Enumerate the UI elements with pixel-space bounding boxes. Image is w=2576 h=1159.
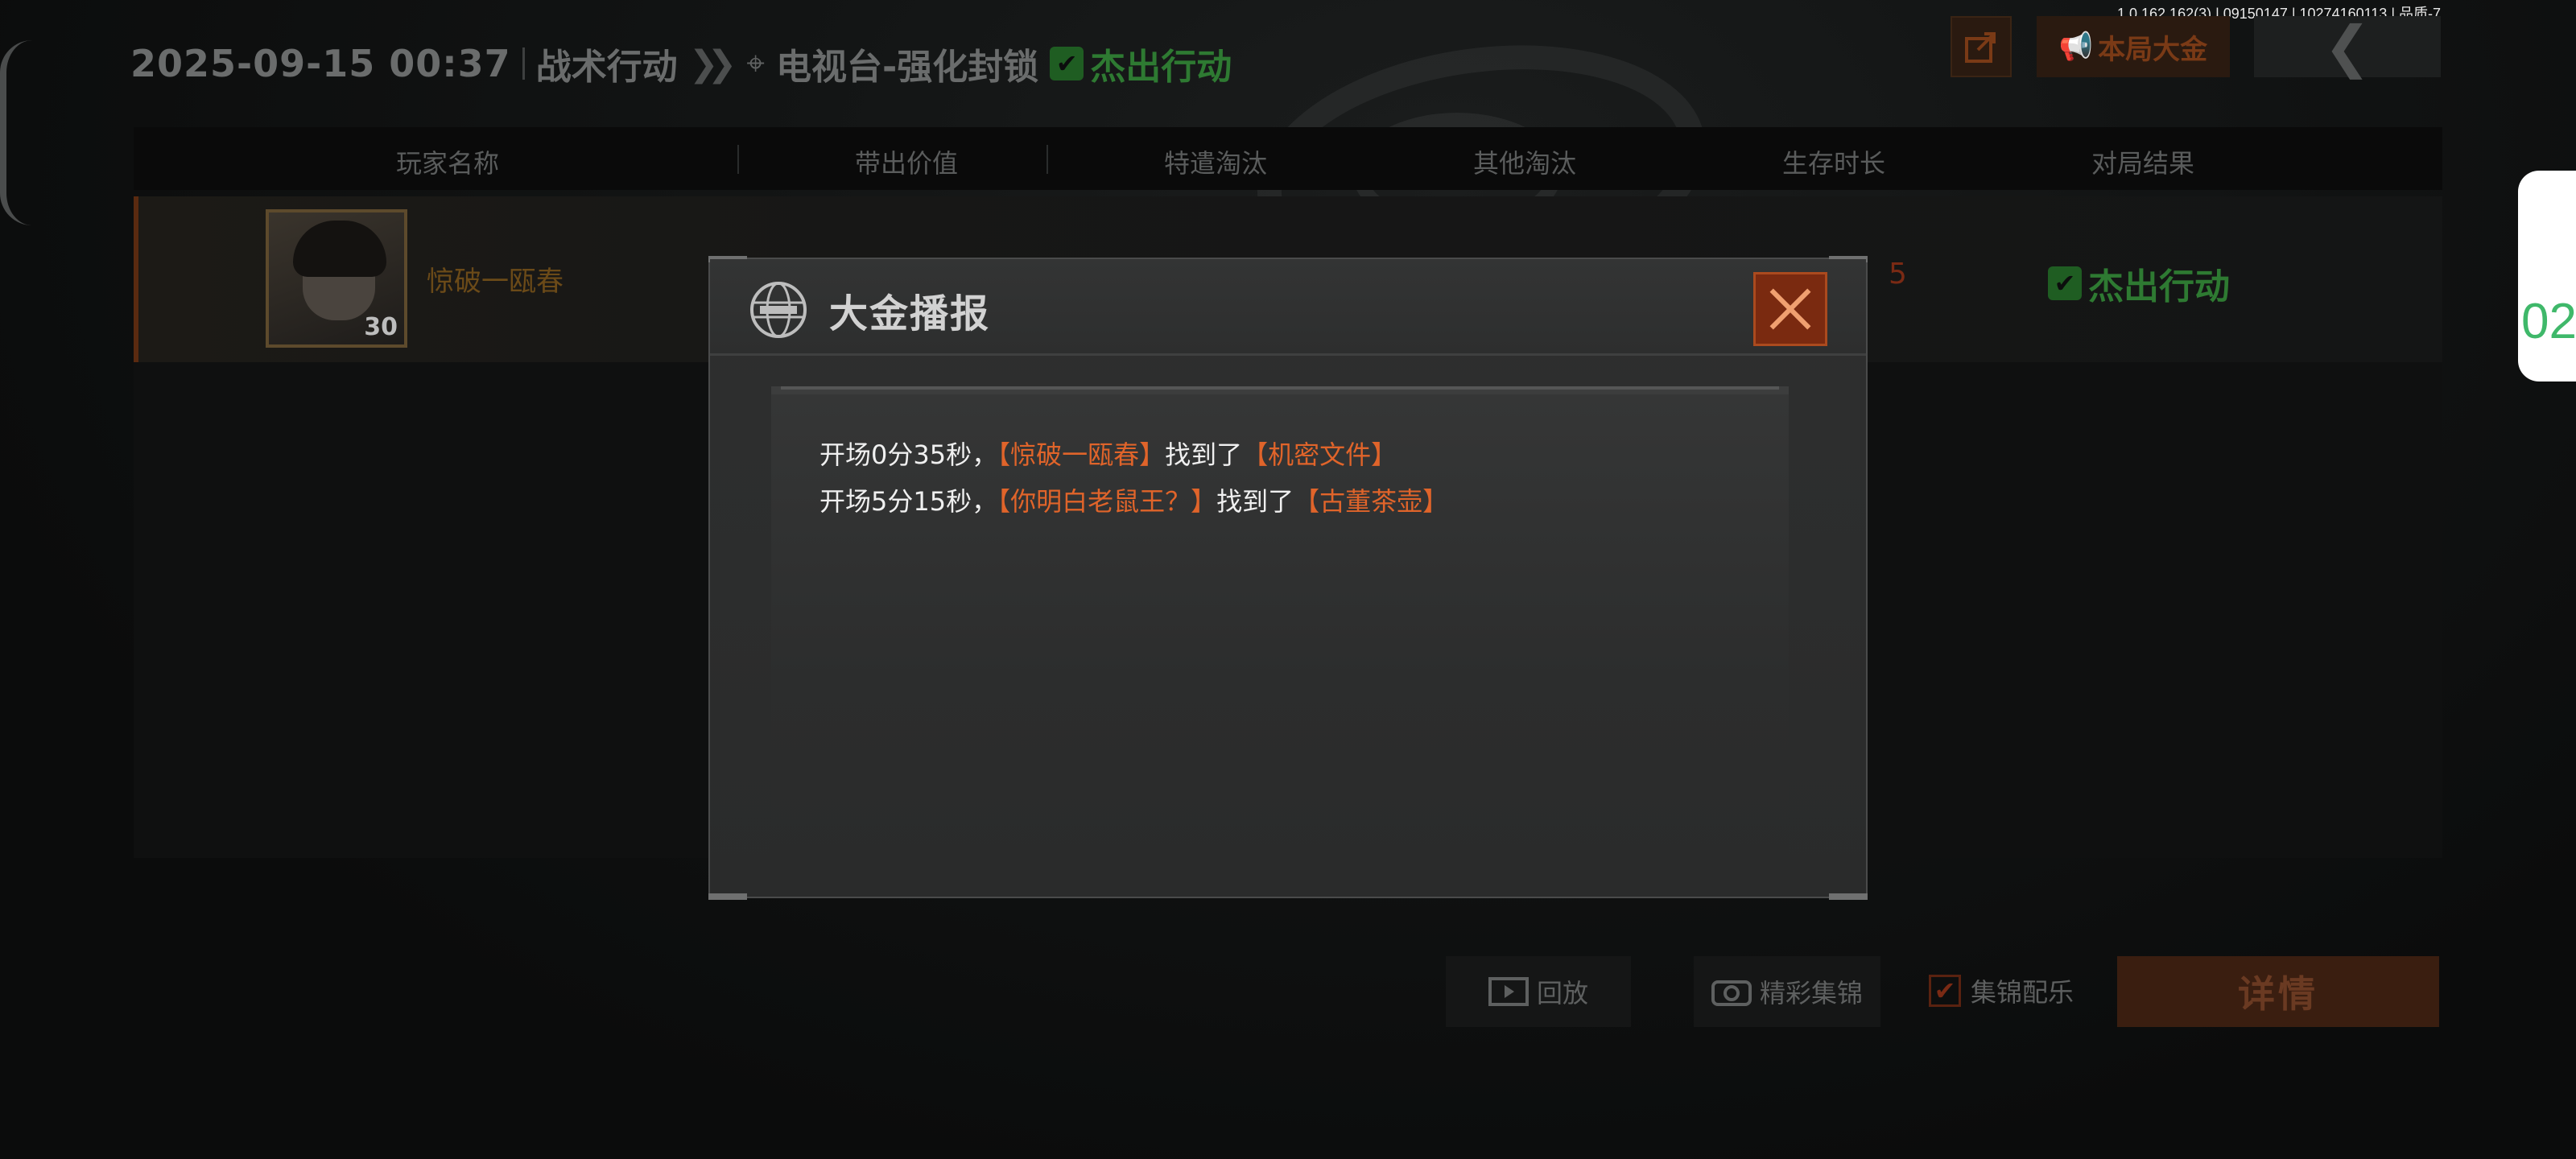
row-result-badge: ✔ 杰出行动 — [2048, 258, 2230, 309]
highlight-music-toggle[interactable]: ✔ 集锦配乐 — [1929, 972, 2074, 1009]
match-gold-button[interactable]: 📢 本局大金 — [2037, 16, 2230, 77]
dialog-title: 大金播报 — [829, 291, 991, 336]
column-divider — [737, 145, 739, 174]
highlights-button[interactable]: 精彩集锦 — [1694, 956, 1880, 1027]
report-player: 【你明白老鼠王？】 — [997, 486, 1217, 517]
map-name: 电视台-强化封锁 — [775, 47, 1039, 88]
avatar: 30 — [266, 209, 407, 348]
close-button[interactable] — [1753, 272, 1827, 346]
frame-corner — [1829, 893, 1868, 900]
check-icon: ✔ — [1050, 47, 1084, 80]
header-divider — [522, 47, 525, 80]
share-icon — [1965, 32, 1996, 63]
report-content: 开场0分35秒，【惊破一瓯春】找到了【机密文件】 开场5分15秒，【你明白老鼠王… — [771, 386, 1789, 869]
column-value: 带出价值 — [854, 148, 958, 179]
globe-icon — [750, 282, 807, 338]
match-date: 2025-09-15 00:37 — [130, 42, 511, 85]
report-time: 开场5分15秒， — [819, 486, 998, 517]
column-survival-time: 生存时长 — [1781, 148, 1885, 179]
report-item: 【古董茶壶】 — [1294, 486, 1449, 517]
report-player: 【惊破一瓯春】 — [997, 439, 1166, 470]
table-header: 玩家名称 带出价值 特遣淘汰 其他淘汰 生存时长 对局结果 — [134, 127, 2442, 190]
match-gold-label: 本局大金 — [2098, 33, 2208, 66]
report-verb: 找到了 — [1216, 486, 1294, 517]
player-name: 惊破一瓯春 — [427, 266, 564, 298]
row-value: 5 — [1889, 258, 1907, 291]
highlight-music-label: 集锦配乐 — [1971, 977, 2074, 1008]
report-line: 开场0分35秒，【惊破一瓯春】找到了【机密文件】 — [819, 435, 1397, 472]
column-player-name: 玩家名称 — [395, 148, 499, 179]
column-other-kills: 其他淘汰 — [1472, 148, 1576, 179]
frame-corner — [708, 893, 747, 900]
megaphone-icon: 📢 — [2058, 31, 2094, 63]
dialog-title-bar: 大金播报 — [710, 259, 1866, 356]
back-button[interactable]: ❮ — [2254, 14, 2441, 80]
column-squad-kills: 特遣淘汰 — [1163, 148, 1267, 179]
player-level: 30 — [364, 313, 398, 341]
highlights-label: 精彩集锦 — [1759, 978, 1863, 1008]
report-verb: 找到了 — [1165, 439, 1243, 470]
left-edge-handle — [0, 40, 32, 225]
chevron-right-icon: ❯❯ — [688, 43, 737, 85]
column-match-result: 对局结果 — [2091, 148, 2194, 179]
map-marker-icon: ⌖ — [746, 45, 765, 82]
replay-button[interactable]: 回放 — [1446, 956, 1631, 1027]
match-mode: 战术行动 — [535, 47, 678, 88]
match-result: 杰出行动 — [1090, 47, 1232, 88]
report-item: 【机密文件】 — [1242, 439, 1397, 470]
side-tab-text: 02 — [2521, 294, 2576, 349]
report-line: 开场5分15秒，【你明白老鼠王？】找到了【古董茶壶】 — [819, 481, 1448, 518]
film-icon — [1488, 977, 1529, 1006]
result-badge: ✔ 杰出行动 — [1050, 38, 1232, 89]
check-icon: ✔ — [2048, 266, 2082, 300]
match-header: 2025-09-15 00:37 战术行动 ❯❯ ⌖ 电视台-强化封锁 ✔ 杰出… — [130, 39, 1232, 89]
replay-label: 回放 — [1536, 978, 1588, 1008]
side-tab[interactable]: 02 — [2518, 171, 2576, 382]
report-time: 开场0分35秒， — [819, 439, 998, 470]
gold-report-dialog: 大金播报 开场0分35秒，【惊破一瓯春】找到了【机密文件】 开场5分15秒，【你… — [708, 256, 1868, 900]
row-result: 杰出行动 — [2088, 266, 2230, 307]
chevron-left-icon: ❮ — [2323, 14, 2372, 80]
checkbox-checked-icon[interactable]: ✔ — [1929, 975, 1961, 1007]
camera-icon — [1711, 980, 1752, 1006]
column-divider — [1046, 145, 1048, 174]
details-button[interactable]: 详情 — [2117, 956, 2439, 1027]
share-button[interactable] — [1951, 16, 2012, 77]
